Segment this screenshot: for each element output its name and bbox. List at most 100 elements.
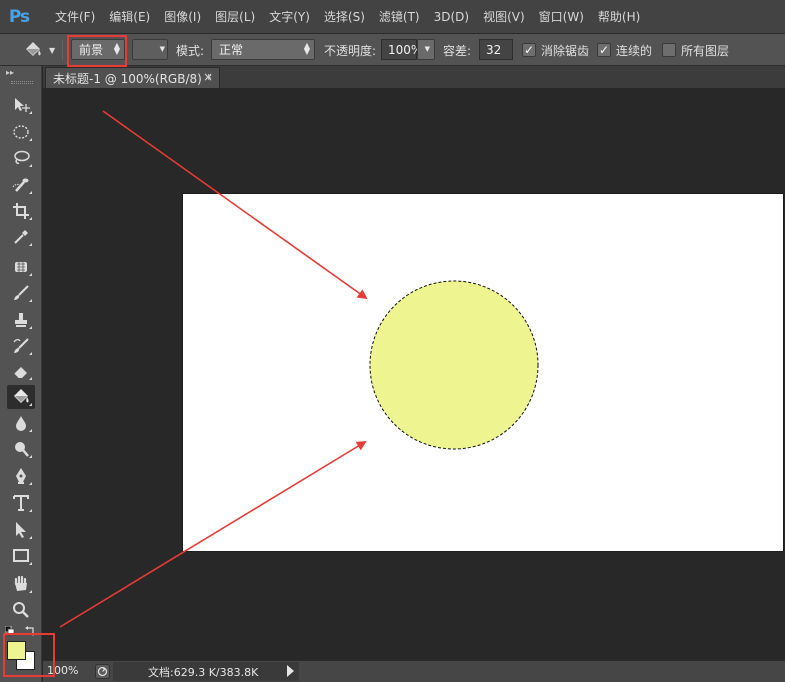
close-icon[interactable]: × bbox=[203, 70, 213, 84]
mode-label: 模式: bbox=[176, 43, 205, 58]
more-tools-indicator bbox=[29, 509, 32, 512]
checkmark-icon: ✓ bbox=[598, 43, 610, 57]
more-tools-indicator bbox=[29, 111, 32, 114]
menu-3d[interactable]: 3D(D) bbox=[427, 0, 476, 34]
annotation-highlight-fill-source bbox=[67, 35, 127, 67]
more-tools-indicator bbox=[29, 562, 32, 565]
mode-select[interactable]: 正常 ▲ ▼ bbox=[211, 39, 315, 60]
more-tools-indicator bbox=[29, 590, 32, 593]
lasso-icon bbox=[14, 150, 30, 164]
pen-tool[interactable] bbox=[7, 464, 35, 488]
menu-window[interactable]: 窗口(W) bbox=[532, 0, 591, 34]
move-tool[interactable] bbox=[7, 93, 35, 117]
rectangle-icon bbox=[13, 549, 29, 562]
more-tools-indicator bbox=[29, 326, 32, 329]
dodge-tool[interactable] bbox=[7, 437, 35, 461]
menu-file[interactable]: 文件(F) bbox=[48, 0, 102, 34]
crop-icon bbox=[13, 203, 29, 219]
type-tool[interactable] bbox=[7, 491, 35, 515]
menu-view[interactable]: 视图(V) bbox=[476, 0, 532, 34]
paint-bucket-tool[interactable] bbox=[7, 385, 35, 409]
more-tools-indicator bbox=[29, 403, 32, 406]
document-tab[interactable]: 未标题-1 @ 100%(RGB/8) * × bbox=[45, 67, 220, 88]
antialias-label: 消除锯齿 bbox=[541, 43, 590, 58]
menu-image[interactable]: 图像(I) bbox=[157, 0, 208, 34]
more-tools-indicator bbox=[29, 299, 32, 302]
tolerance-input[interactable]: 32 bbox=[479, 39, 513, 60]
pattern-picker[interactable]: ▼ bbox=[132, 39, 168, 60]
more-tools-indicator bbox=[29, 138, 32, 141]
type-icon bbox=[13, 495, 29, 511]
annotation-highlight-color-swatch bbox=[3, 633, 55, 677]
zoom-icon bbox=[13, 602, 29, 618]
eraser-tool[interactable] bbox=[7, 359, 35, 383]
chevron-down-icon: ▼ bbox=[49, 45, 56, 55]
menu-type[interactable]: 文字(Y) bbox=[262, 0, 317, 34]
more-tools-indicator bbox=[29, 536, 32, 539]
elliptical-marquee-tool[interactable] bbox=[7, 120, 35, 144]
all-layers-checkbox[interactable] bbox=[662, 43, 676, 57]
zoom-tool[interactable] bbox=[7, 598, 35, 622]
history-brush-tool[interactable] bbox=[7, 334, 35, 358]
contiguous-checkbox[interactable]: ✓ bbox=[597, 43, 611, 57]
lasso-tool[interactable] bbox=[7, 146, 35, 170]
elliptical-marquee-icon bbox=[13, 125, 29, 139]
menu-edit[interactable]: 编辑(E) bbox=[102, 0, 157, 34]
separator bbox=[62, 40, 63, 60]
rectangle-tool[interactable] bbox=[7, 544, 35, 568]
crop-tool[interactable] bbox=[7, 199, 35, 223]
toolbox-grip[interactable] bbox=[11, 81, 33, 84]
play-arrow-icon[interactable] bbox=[287, 665, 294, 677]
brush-tool[interactable] bbox=[7, 281, 35, 305]
updown-arrow-icon: ▲ ▼ bbox=[303, 41, 310, 56]
blur-tool[interactable] bbox=[7, 411, 35, 435]
spot-healing-icon bbox=[15, 262, 27, 272]
eyedropper-tool[interactable] bbox=[7, 225, 35, 249]
path-selection-icon bbox=[16, 522, 26, 538]
main-menu: 文件(F) 编辑(E) 图像(I) 图层(L) 文字(Y) 选择(S) 滤镜(T… bbox=[48, 0, 647, 34]
eyedropper-icon bbox=[14, 230, 28, 244]
quick-selection-tool[interactable] bbox=[7, 173, 35, 197]
tool-preset-picker[interactable]: ▼ bbox=[22, 34, 55, 66]
clone-stamp-tool[interactable] bbox=[7, 308, 35, 332]
eraser-icon bbox=[13, 367, 27, 379]
paint-bucket-icon bbox=[26, 42, 41, 56]
document-canvas[interactable] bbox=[183, 194, 783, 551]
menu-help[interactable]: 帮助(H) bbox=[591, 0, 647, 34]
hand-icon bbox=[14, 575, 27, 591]
menu-select[interactable]: 选择(S) bbox=[317, 0, 372, 34]
menu-filter[interactable]: 滤镜(T) bbox=[372, 0, 427, 34]
history-brush-icon bbox=[13, 338, 29, 353]
more-tools-indicator bbox=[29, 455, 32, 458]
more-tools-indicator bbox=[29, 377, 32, 380]
antialias-checkbox[interactable]: ✓ bbox=[522, 43, 536, 57]
collapse-arrows-icon[interactable]: ▸▸ bbox=[6, 68, 14, 77]
document-size-info: 文档:629.3 K/383.8K bbox=[148, 666, 259, 679]
checkmark-icon: ✓ bbox=[523, 43, 535, 57]
more-tools-indicator bbox=[29, 164, 32, 167]
share-icon[interactable] bbox=[95, 664, 110, 679]
menu-layer[interactable]: 图层(L) bbox=[208, 0, 262, 34]
pen-icon bbox=[16, 468, 26, 484]
filled-circle-selection[interactable] bbox=[369, 280, 539, 450]
quick-selection-icon bbox=[12, 178, 29, 192]
opacity-slider-button[interactable]: ▼ bbox=[417, 39, 435, 60]
blur-icon bbox=[16, 416, 26, 431]
tolerance-label: 容差: bbox=[443, 43, 472, 58]
more-tools-indicator bbox=[29, 352, 32, 355]
more-tools-indicator bbox=[29, 429, 32, 432]
menu-bar: Ps 文件(F) 编辑(E) 图像(I) 图层(L) 文字(Y) 选择(S) 滤… bbox=[0, 0, 785, 34]
status-bar: 100% 文档:629.3 K/383.8K bbox=[43, 660, 785, 682]
document-tab-title: 未标题-1 @ 100%(RGB/8) * bbox=[53, 71, 212, 86]
more-tools-indicator bbox=[29, 191, 32, 194]
dodge-icon bbox=[15, 442, 29, 457]
hand-tool[interactable] bbox=[7, 572, 35, 596]
spot-healing-tool[interactable] bbox=[7, 255, 35, 279]
path-selection-tool[interactable] bbox=[7, 518, 35, 542]
more-tools-indicator bbox=[29, 217, 32, 220]
document-tab-strip: 未标题-1 @ 100%(RGB/8) * × bbox=[43, 66, 785, 88]
all-layers-label: 所有图层 bbox=[681, 43, 730, 58]
contiguous-label: 连续的 bbox=[616, 43, 653, 58]
opacity-input[interactable]: 100% bbox=[381, 39, 422, 60]
toolbox: ▸▸ bbox=[0, 66, 42, 682]
